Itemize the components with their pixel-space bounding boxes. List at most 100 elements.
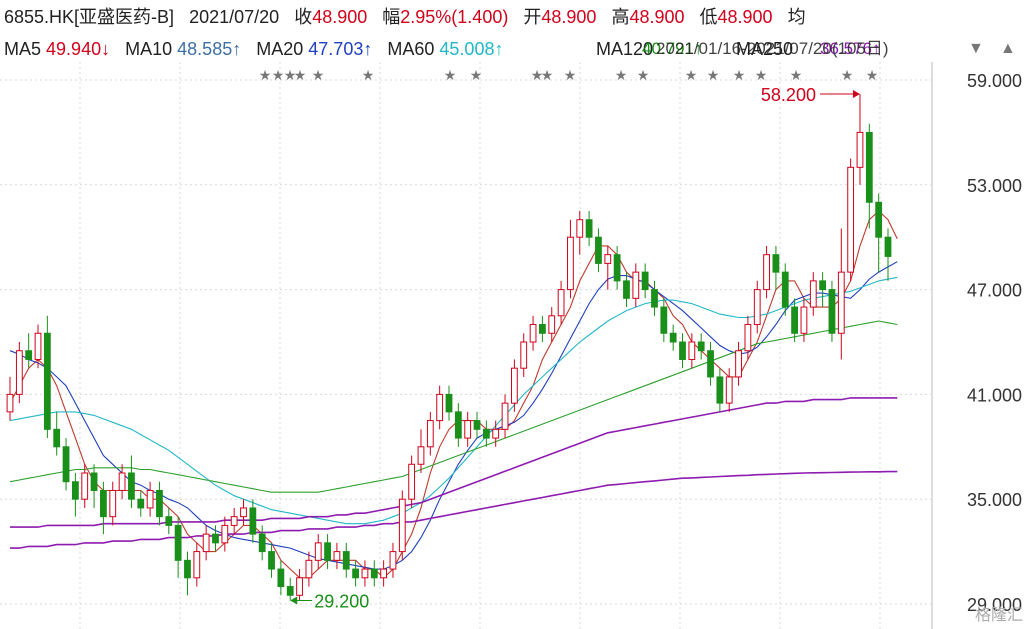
event-star-icon: ★ [272, 68, 285, 84]
candle-body [576, 219, 584, 238]
candle-body [501, 402, 509, 430]
candle-body [333, 551, 341, 561]
event-star-icon: ★ [637, 68, 650, 84]
candle-body [567, 236, 574, 291]
event-star-icon: ★ [841, 68, 854, 84]
low-annotation: 29.200 [314, 592, 369, 612]
candle-body [212, 533, 219, 544]
candle-body [585, 219, 593, 238]
candle-body [725, 376, 733, 404]
candle-body [109, 489, 117, 518]
candle-body [389, 551, 397, 570]
candle-body [669, 332, 677, 343]
candle-body [202, 533, 210, 553]
candle-body [641, 271, 649, 291]
candle-body [623, 280, 630, 299]
candle-body [819, 280, 827, 291]
high-annotation: 58.200 [761, 85, 816, 105]
y-tick-label: 59.000 [967, 71, 1022, 91]
candle-body [604, 254, 612, 264]
event-star-icon: ★ [755, 68, 768, 84]
candle-body [595, 236, 602, 264]
candle-body [398, 498, 406, 553]
event-star-icon: ★ [707, 68, 720, 84]
candle-body [809, 280, 817, 308]
candle-body [128, 472, 135, 500]
candle-body [249, 507, 257, 535]
candle-body [156, 489, 163, 518]
candle-body [865, 131, 873, 203]
candle-body [884, 236, 892, 257]
event-star-icon: ★ [564, 68, 577, 84]
candle-body [314, 542, 322, 561]
candle-body [342, 551, 350, 570]
candle-body [230, 516, 238, 526]
event-star-icon: ★ [470, 68, 483, 84]
event-star-icon: ★ [866, 68, 879, 84]
candle-body [184, 559, 191, 579]
candle-body [34, 332, 42, 360]
candle-body [464, 420, 472, 439]
candle-body [81, 472, 89, 500]
event-star-icon: ★ [444, 68, 457, 84]
candle-body [445, 393, 453, 413]
candle-body [71, 481, 79, 500]
candle-body [436, 393, 444, 422]
candle-body [837, 271, 845, 334]
candle-body [118, 472, 126, 491]
candle-body [286, 586, 294, 596]
candle-body [165, 516, 173, 526]
candle-body [688, 341, 696, 360]
y-tick-label: 47.000 [967, 281, 1022, 301]
candle-body [305, 559, 313, 579]
candle-body [679, 341, 686, 360]
candle-body [744, 324, 752, 352]
candle-body [43, 332, 51, 430]
candle-body [146, 489, 154, 509]
candle-body [277, 568, 285, 588]
candle-body [417, 446, 425, 465]
candle-body [510, 367, 518, 404]
candle-body [15, 350, 23, 395]
candle-body [763, 254, 770, 291]
candle-body [660, 306, 668, 334]
candle-body [473, 420, 481, 430]
candle-body [370, 568, 378, 579]
candle-body [221, 524, 229, 544]
candle-body [716, 376, 724, 404]
candle-body [856, 131, 864, 168]
event-star-icon: ★ [362, 68, 375, 84]
candle-body [772, 254, 780, 273]
candle-body [380, 568, 388, 579]
watermark: 格隆汇 [974, 607, 1023, 624]
candle-body [492, 428, 500, 439]
event-star-icon: ★ [259, 68, 272, 84]
candle-body [240, 507, 247, 518]
event-star-icon: ★ [790, 68, 803, 84]
candle-body [25, 350, 33, 360]
low-marker-arrow [290, 596, 298, 605]
candle-body [781, 271, 789, 308]
candle-body [174, 524, 182, 561]
candle-body [408, 463, 416, 500]
candle-body [258, 533, 266, 553]
candle-body [847, 166, 855, 273]
candle-body [800, 306, 808, 334]
candle-body [324, 542, 331, 561]
candle-body [613, 254, 621, 282]
candle-body [137, 498, 145, 509]
candle-body [296, 577, 303, 596]
ma-line [9, 320, 898, 493]
y-tick-label: 53.000 [967, 176, 1022, 196]
high-marker-arrow [852, 89, 860, 98]
candle-body [454, 411, 462, 439]
y-tick-label: 41.000 [967, 385, 1022, 405]
candle-body [548, 315, 556, 334]
candle-body [268, 551, 275, 570]
event-star-icon: ★ [312, 68, 325, 84]
candle-body [90, 472, 98, 491]
ma-line [10, 470, 898, 549]
event-star-icon: ★ [541, 68, 554, 84]
candle-body [707, 350, 714, 378]
candle-body [651, 289, 658, 308]
